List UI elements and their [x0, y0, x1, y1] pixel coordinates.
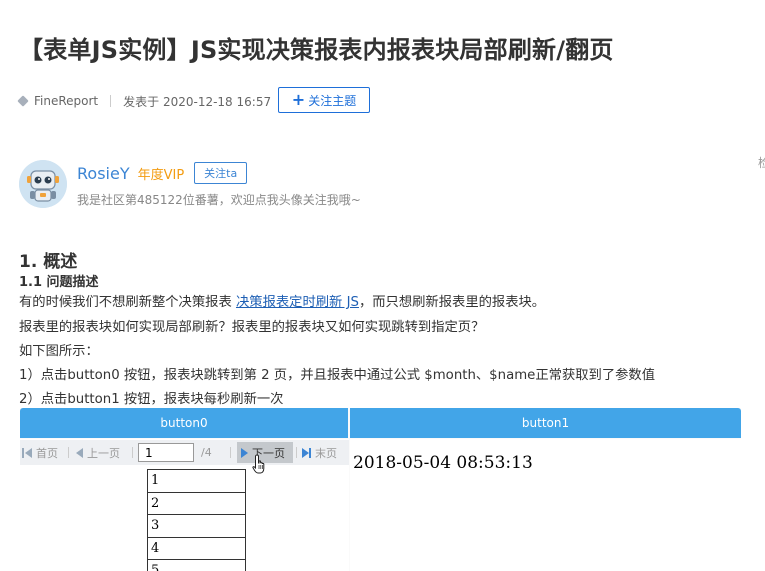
paragraph-4: 1）点击button0 按钮，报表块跳转到第 2 页，并且报表中通过公式 $mo… — [19, 368, 656, 383]
follow-author-button[interactable]: 关注ta — [194, 162, 248, 184]
first-page-icon-bar — [22, 447, 24, 458]
report-table: 1 2 3 4 5 — [147, 469, 246, 571]
hand-cursor-icon — [252, 454, 265, 474]
report-block-panel: 首页 上一页 /4 下一页 末页 — [20, 439, 349, 571]
author-info: RosieY 年度VIP 关注ta — [77, 162, 248, 184]
table-cell: 5 — [147, 559, 246, 571]
button0[interactable]: button0 — [20, 408, 348, 438]
last-page-button[interactable]: 末页 — [302, 440, 337, 465]
button1[interactable]: button1 — [350, 408, 741, 438]
avatar[interactable] — [19, 160, 67, 208]
table-row: 5 — [147, 559, 246, 571]
tag-link[interactable]: FineReport — [34, 94, 98, 108]
last-page-label: 末页 — [315, 446, 337, 460]
toolbar-divider — [132, 447, 133, 458]
refresh-js-link[interactable]: 决策报表定时刷新 JS — [236, 295, 359, 310]
current-datetime: 2018-05-04 08:53:13 — [353, 453, 533, 473]
follow-topic-button[interactable]: + 关注主题 — [278, 87, 370, 113]
table-cell: 3 — [147, 514, 246, 538]
article-meta: FineReport 发表于 2020-12-18 16:57 — [17, 88, 272, 114]
first-page-button[interactable]: 首页 — [22, 440, 58, 465]
toolbar-divider — [68, 447, 69, 458]
paragraph-1-tail: ，而只想刷新报表里的报表块。 — [358, 295, 546, 310]
table-cell: 4 — [147, 536, 246, 560]
publish-date: 发表于 2020-12-18 16:57 — [123, 94, 272, 109]
table-row: 1 — [147, 469, 246, 493]
tag-icon — [17, 95, 29, 107]
last-page-icon-bar — [309, 447, 311, 458]
paragraph-1-text: 有的时候我们不想刷新整个决策报表 — [19, 295, 236, 310]
author-name[interactable]: RosieY — [77, 164, 130, 183]
toolbar-divider — [296, 447, 297, 458]
table-row: 2 — [147, 491, 246, 515]
meta-divider — [110, 95, 112, 107]
toolbar-divider — [230, 447, 231, 458]
prev-page-button[interactable]: 上一页 — [76, 440, 120, 465]
first-page-label: 首页 — [36, 446, 58, 460]
subsection-heading: 1.1 问题描述 — [19, 275, 99, 290]
refresh-block-panel: 2018-05-04 08:53:13 — [350, 439, 741, 571]
paragraph-3: 如下图所示： — [19, 344, 99, 359]
pager-toolbar: 首页 上一页 /4 下一页 末页 — [20, 440, 349, 474]
table-cell: 2 — [147, 491, 246, 515]
author-signature: 我是社区第485122位番薯，欢迎点我头像关注我哦~ — [77, 193, 361, 207]
plus-icon: + — [291, 90, 306, 109]
paragraph-5: 2）点击button1 按钮，报表块每秒刷新一次 — [19, 392, 284, 407]
table-row: 4 — [147, 536, 246, 560]
demo-screenshot: button0 button1 首页 上一页 /4 下一页 — [20, 408, 741, 571]
table-cell: 1 — [147, 469, 246, 493]
vip-badge: 年度VIP — [137, 167, 185, 183]
prev-page-label: 上一页 — [87, 446, 120, 460]
next-page-icon — [241, 447, 248, 458]
prev-page-icon — [76, 447, 83, 458]
total-pages: /4 — [201, 446, 212, 459]
section-heading: 1. 概述 — [19, 252, 78, 272]
paragraph-2: 报表里的报表块如何实现局部刷新？报表里的报表块又如何实现跳转到指定页？ — [19, 320, 485, 335]
last-page-icon — [302, 447, 309, 458]
first-page-icon — [25, 447, 32, 458]
follow-topic-label: 关注主题 — [308, 93, 357, 108]
page-title: 【表单JS实例】JS实现决策报表内报表块局部刷新/翻页 — [19, 36, 614, 64]
paragraph-1: 有的时候我们不想刷新整个决策报表 决策报表定时刷新 JS，而只想刷新报表里的报表… — [19, 291, 545, 310]
robot-avatar-icon — [19, 160, 67, 208]
page-number-input[interactable] — [138, 443, 194, 462]
sidebar-stub: 检 — [758, 156, 765, 170]
table-row: 3 — [147, 514, 246, 538]
